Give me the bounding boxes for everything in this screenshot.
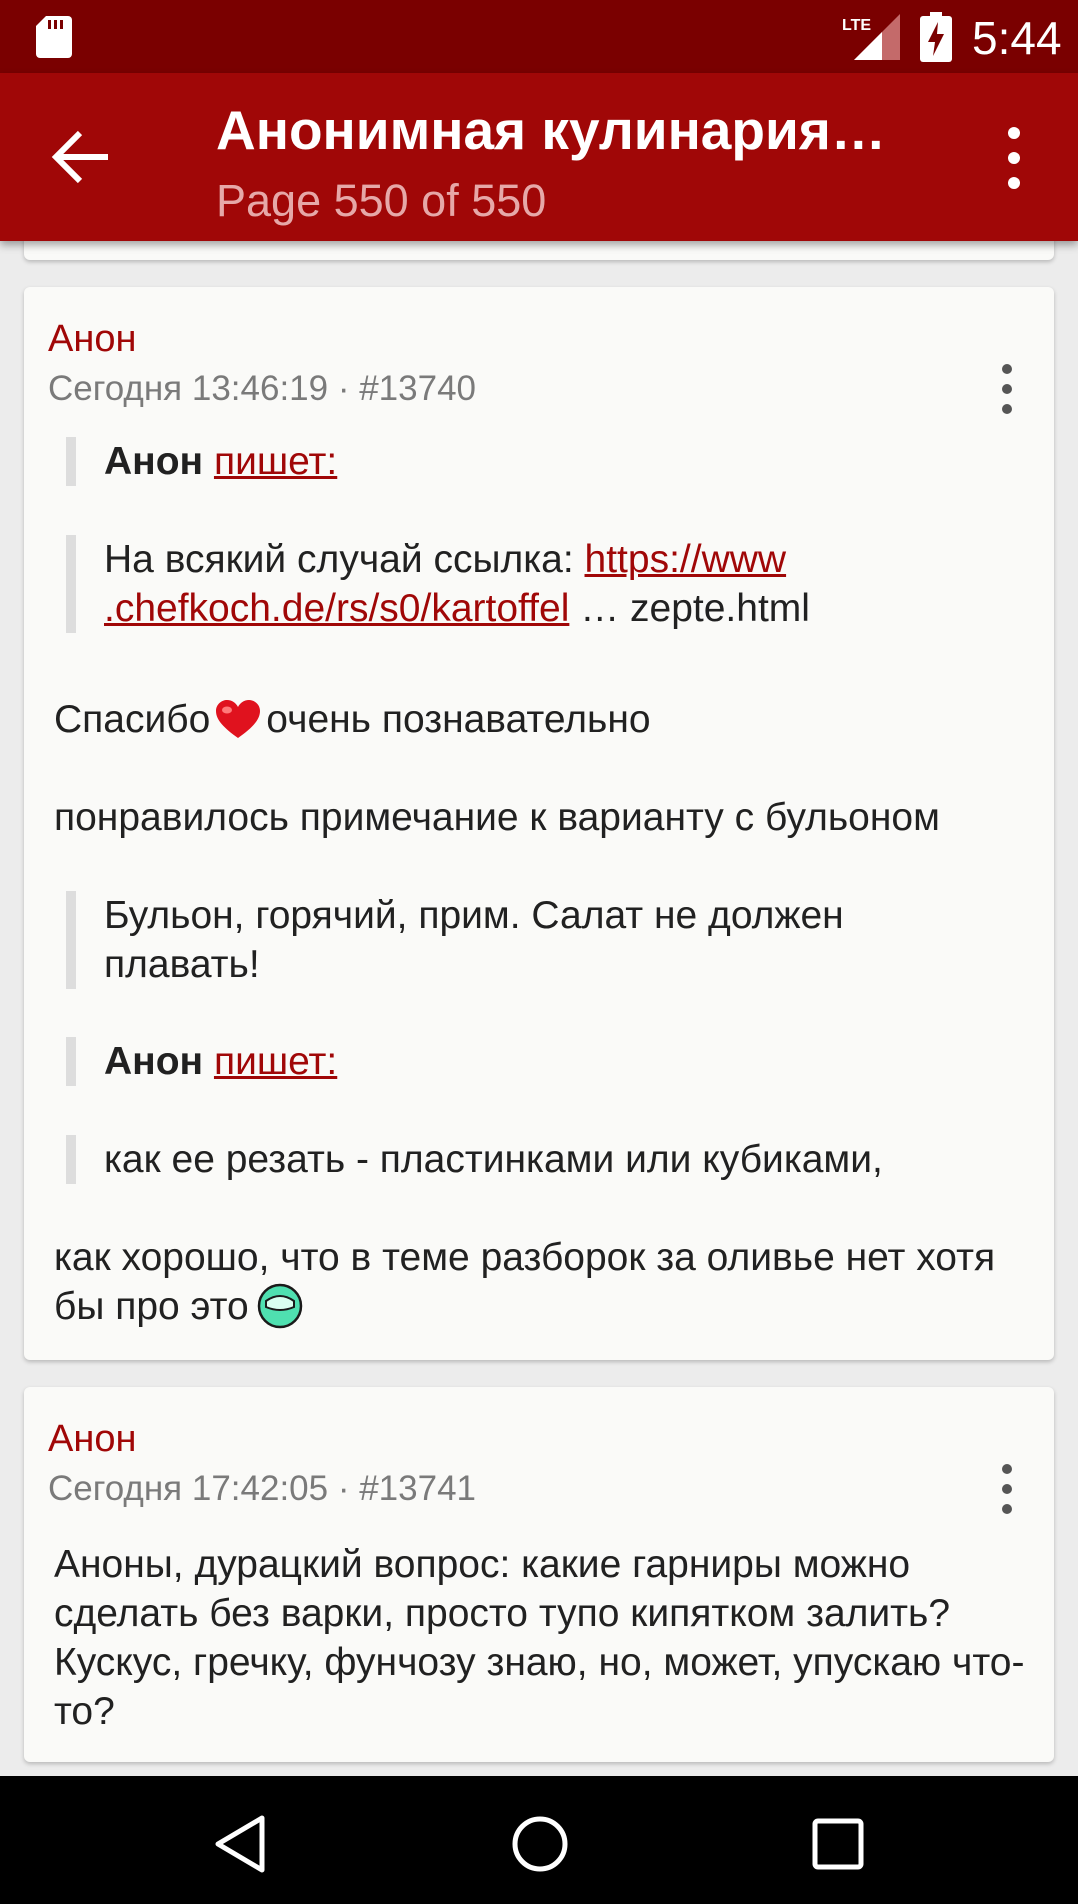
quote-text: На всякий случай ссылка: bbox=[104, 538, 585, 581]
quote-header: Анон пишет: bbox=[66, 1037, 1026, 1086]
post-paragraph: понравилось примечание к варианту с буль… bbox=[54, 796, 940, 839]
nav-back-button[interactable] bbox=[212, 1814, 268, 1874]
quote-author: Анон bbox=[104, 440, 204, 483]
post-paragraph: Спасибо очень познавательно bbox=[54, 695, 1044, 744]
post-menu-button[interactable] bbox=[992, 359, 1022, 419]
paragraph-text: как хорошо, что в теме разборок за оливь… bbox=[54, 1236, 996, 1328]
nav-recents-button[interactable] bbox=[812, 1818, 864, 1870]
arrow-left-icon bbox=[51, 130, 108, 184]
quote-source-link[interactable]: пишет: bbox=[214, 440, 337, 483]
battery-charging-icon bbox=[920, 12, 952, 62]
sd-card-icon bbox=[36, 16, 72, 58]
post-body: Аноны, дурацкий вопрос: какие гарниры мо… bbox=[54, 1543, 1025, 1733]
back-button[interactable] bbox=[50, 125, 114, 189]
more-vert-icon bbox=[1002, 1464, 1012, 1514]
nav-home-button[interactable] bbox=[510, 1814, 570, 1874]
link-part-1: https://www bbox=[584, 538, 787, 581]
post-meta: Сегодня 17:42:05 · #13741 bbox=[48, 1469, 476, 1508]
quote-block: как ее резать - пластинками или кубиками… bbox=[66, 1135, 1026, 1184]
paragraph-text: очень познавательно bbox=[266, 698, 651, 741]
svg-text:LTE: LTE bbox=[842, 17, 871, 34]
post-card: Анон Сегодня 17:42:05 · #13741 Аноны, ду… bbox=[24, 1387, 1054, 1762]
post-menu-button[interactable] bbox=[992, 1459, 1022, 1519]
paragraph-text: Спасибо bbox=[54, 698, 211, 741]
status-bar: LTE 5:44 bbox=[0, 0, 1078, 73]
quote-block: Бульон, горячий, прим. Салат не должен п… bbox=[66, 891, 966, 989]
circle-home-icon bbox=[512, 1816, 568, 1872]
heart-emoji bbox=[216, 700, 261, 738]
quote-source-link[interactable]: пишет: bbox=[214, 1040, 337, 1083]
app-bar: Анонимная кулинария… Page 550 of 550 bbox=[0, 73, 1078, 241]
post-meta: Сегодня 13:46:19 · #13740 bbox=[48, 369, 476, 408]
post-author[interactable]: Анон bbox=[48, 1416, 136, 1462]
square-recents-icon bbox=[812, 1818, 864, 1870]
page-subtitle: Page 550 of 550 bbox=[216, 175, 547, 226]
clock: 5:44 bbox=[972, 12, 1062, 64]
more-vert-icon bbox=[1008, 127, 1020, 189]
quote-author: Анон bbox=[104, 1040, 204, 1083]
lte-signal-icon: LTE bbox=[842, 14, 900, 60]
quote-block: На всякий случай ссылка: https://www .che… bbox=[66, 535, 1026, 633]
overflow-menu-button[interactable] bbox=[996, 123, 1032, 193]
page-title: Анонимная кулинария… bbox=[216, 99, 886, 161]
post-card: Анон Сегодня 13:46:19 · #13740 Анон пише… bbox=[24, 287, 1054, 1360]
more-vert-icon bbox=[1002, 364, 1012, 414]
triangle-back-icon bbox=[215, 1815, 265, 1873]
link-part-2: .chefkoch.de/rs/s0/kartoffel bbox=[104, 587, 570, 630]
quote-header: Анон пишет: bbox=[66, 437, 1026, 486]
quote-text-suffix: … zepte.html bbox=[569, 587, 810, 630]
post-paragraph: как хорошо, что в теме разборок за оливь… bbox=[54, 1233, 1014, 1331]
smile-emoji bbox=[257, 1283, 302, 1329]
post-author[interactable]: Анон bbox=[48, 316, 136, 362]
